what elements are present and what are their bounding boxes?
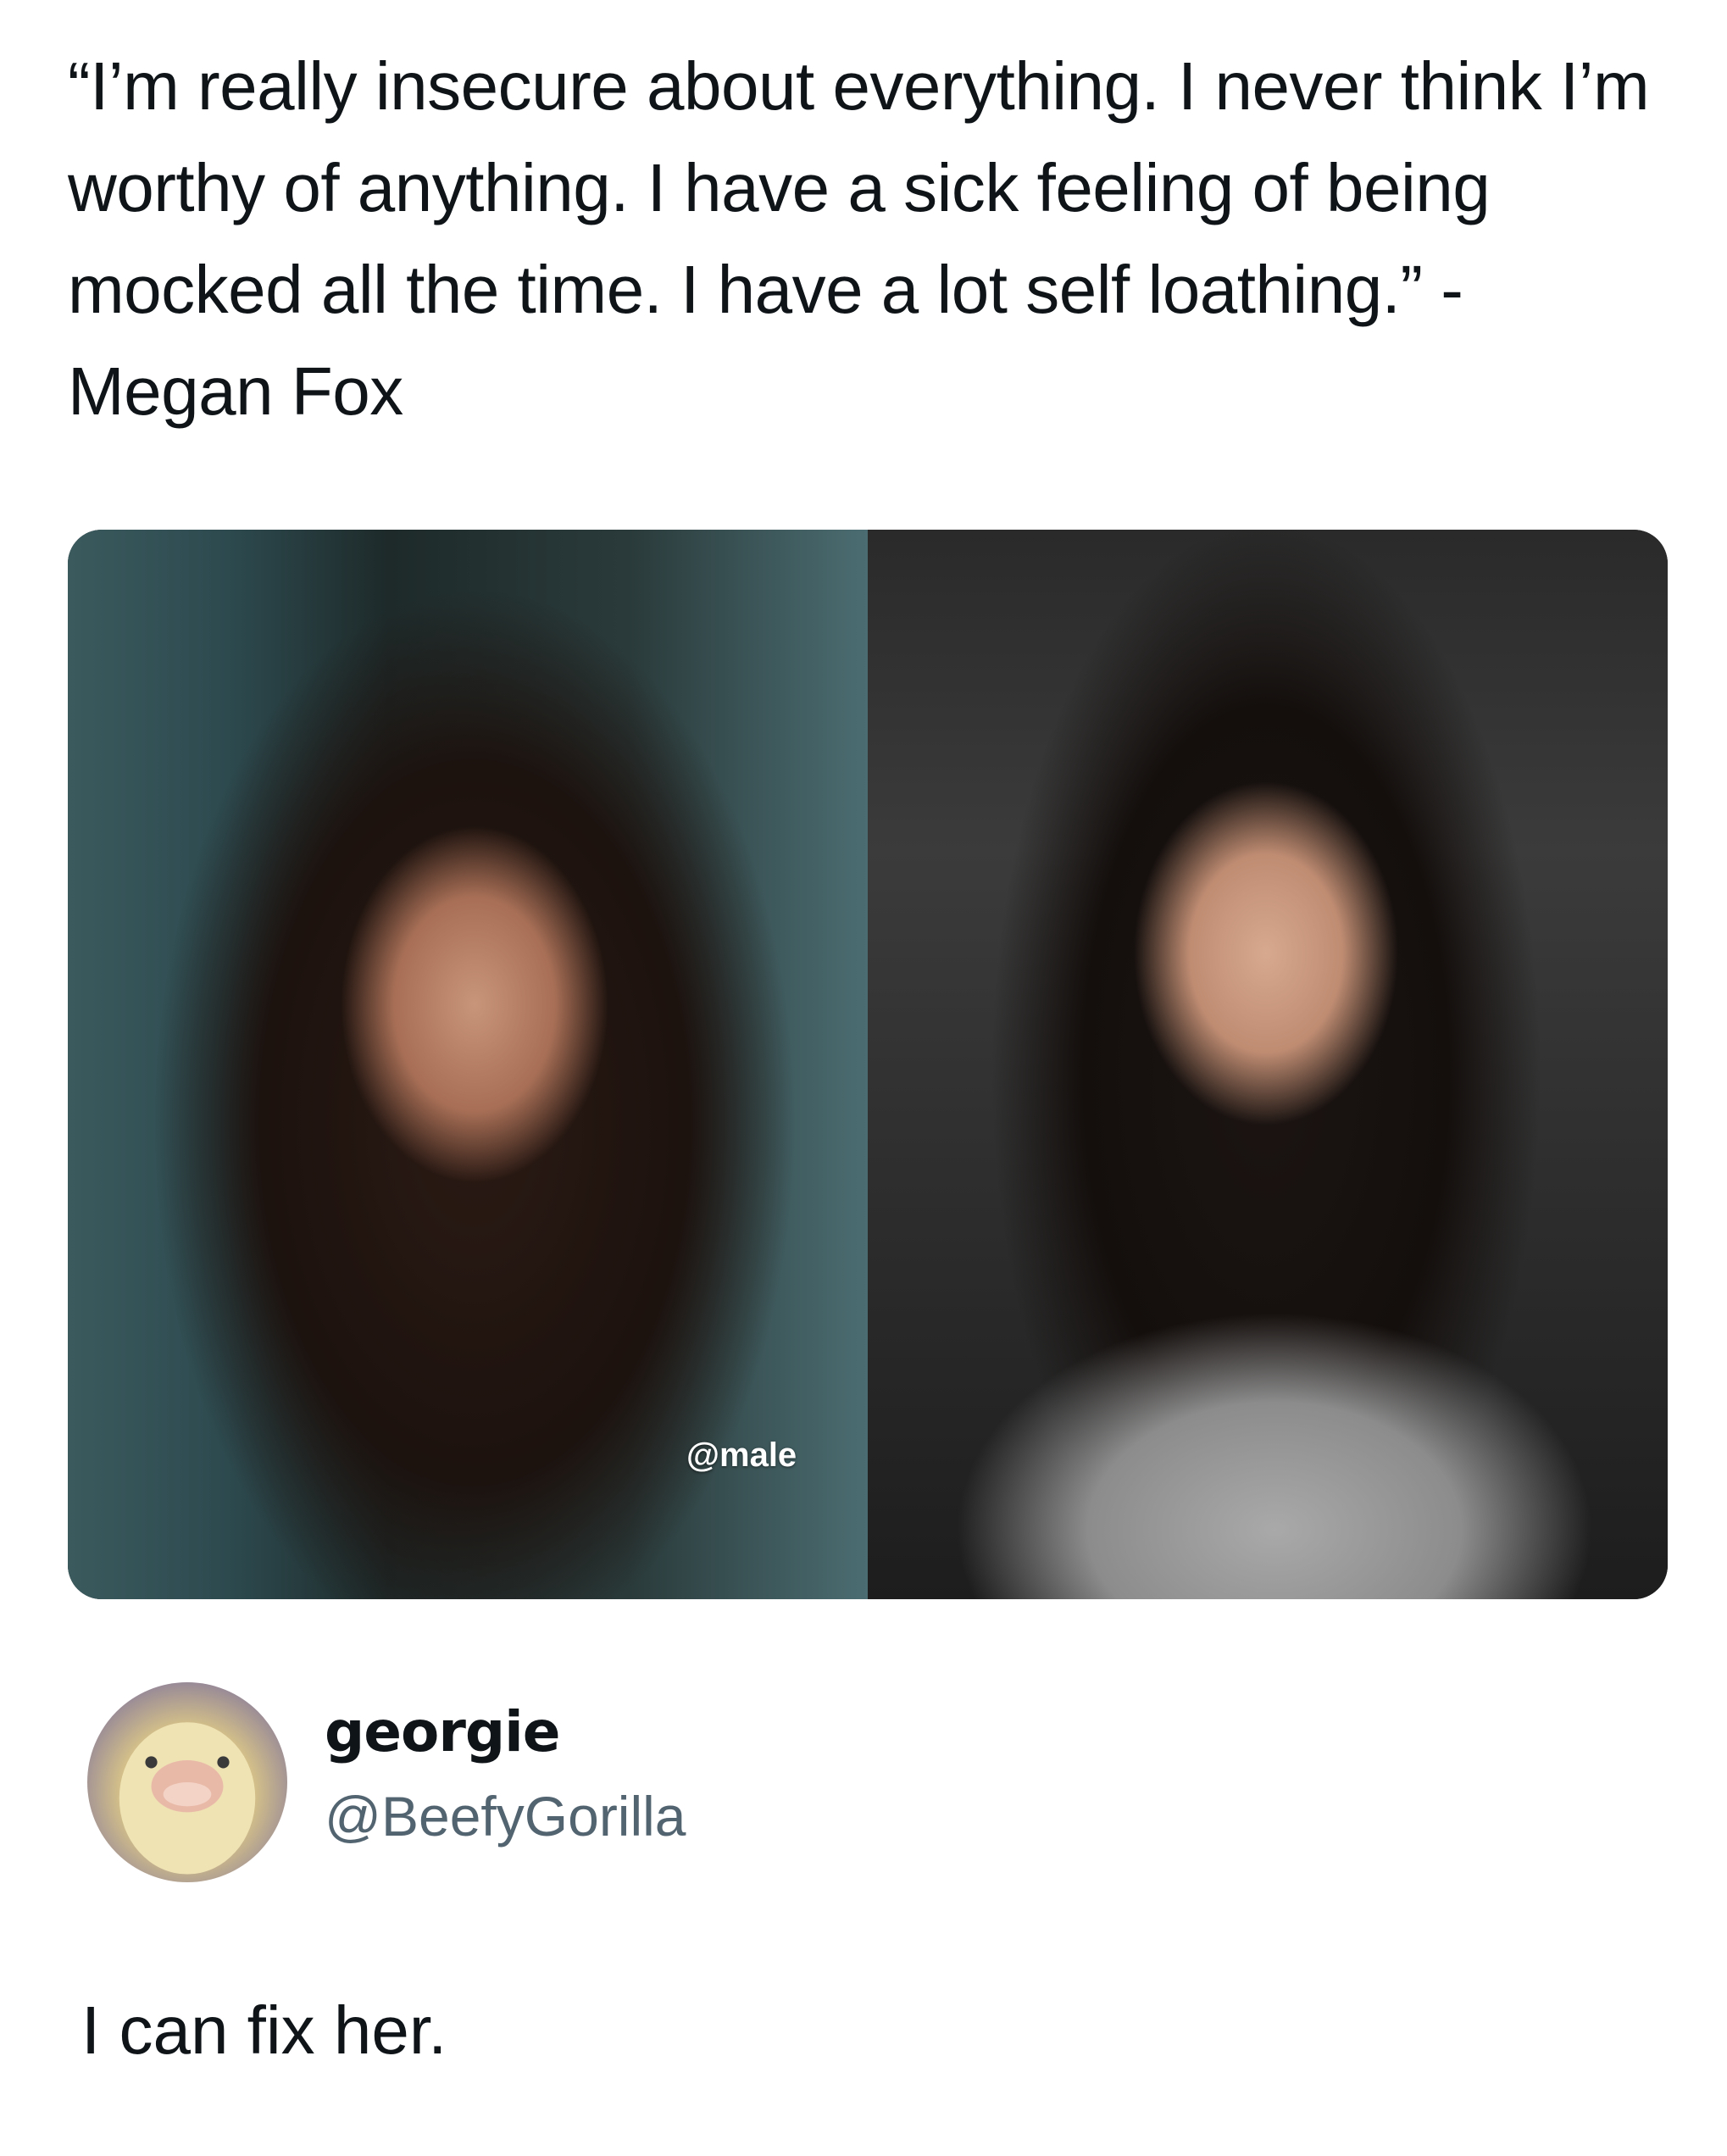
display-name[interactable]: georgie bbox=[325, 1699, 561, 1764]
tweet-quote-text: “I’m really insecure about everything. I… bbox=[68, 48, 1650, 429]
photo-watermark: @male bbox=[686, 1436, 797, 1474]
reply-text: I can fix her. bbox=[81, 1992, 447, 2068]
photo-collage[interactable]: @male bbox=[68, 530, 1668, 1599]
duck-avatar-icon bbox=[119, 1722, 256, 1875]
photo-right[interactable] bbox=[868, 530, 1668, 1599]
avatar[interactable] bbox=[87, 1682, 287, 1882]
user-handle[interactable]: @BeefyGorilla bbox=[325, 1784, 686, 1848]
